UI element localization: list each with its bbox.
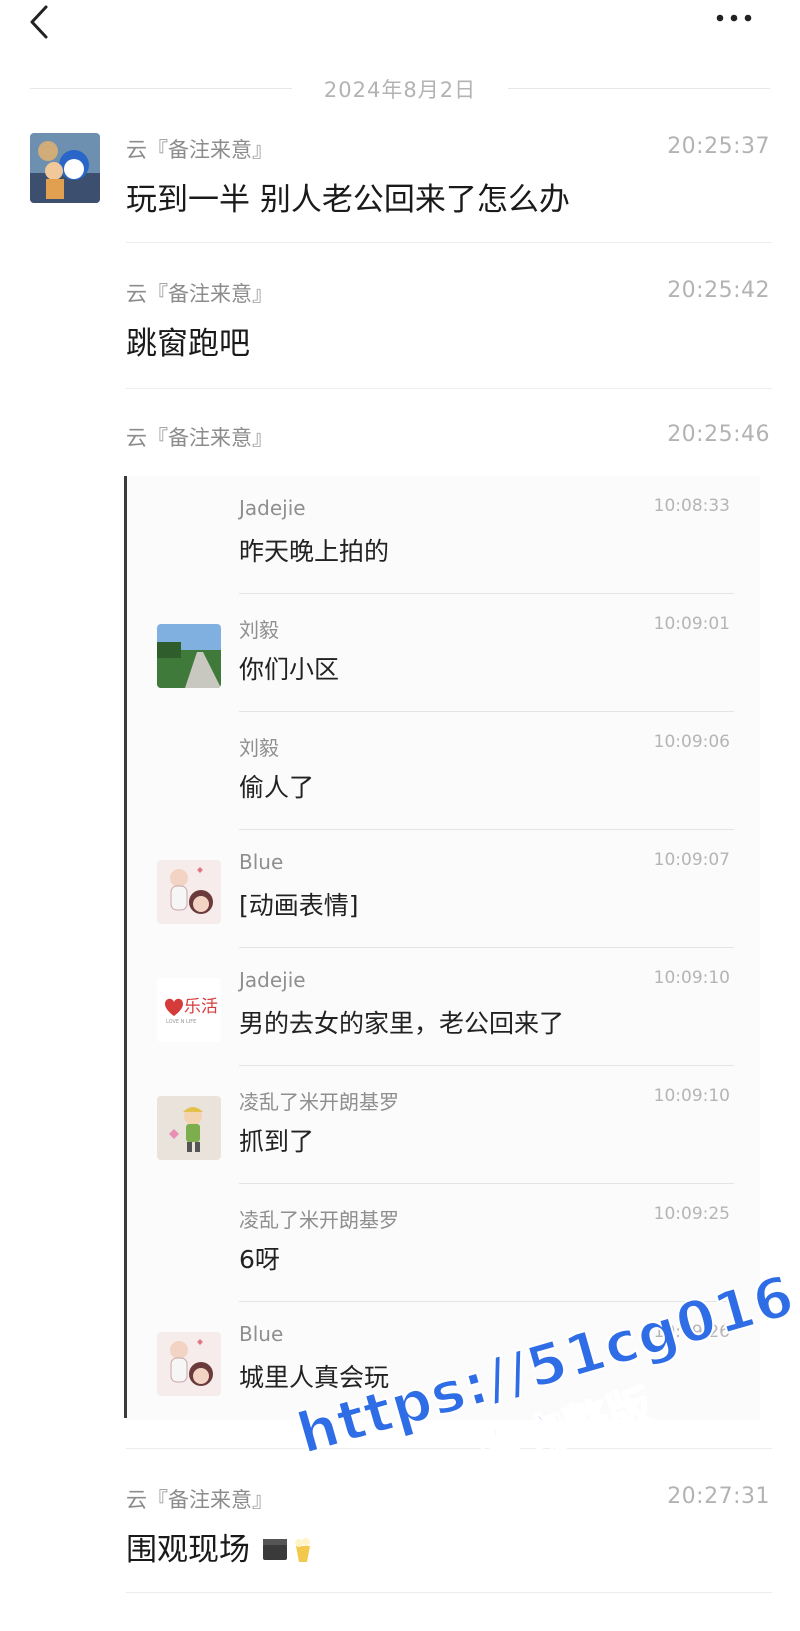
- forwarded-sender-name: 刘毅: [239, 618, 279, 642]
- message-text[interactable]: 玩到一半 别人老公回来了怎么办: [126, 174, 570, 219]
- forwarded-time: 10:09:07: [653, 850, 730, 870]
- message-time: 20:25:46: [667, 422, 770, 447]
- logo-main-text: 乐活: [184, 997, 218, 1017]
- landscape-avatar: [157, 624, 221, 688]
- top-bar: [0, 0, 800, 50]
- date-text: 2024年8月2日: [323, 78, 477, 102]
- forwarded-time: 10:08:33: [653, 496, 730, 516]
- forwarded-message[interactable]: Blue 10:09:07 [动画表情]: [127, 830, 760, 948]
- logo-sub-text: LOVE N LIFE: [166, 1019, 196, 1025]
- cartoon-kid-avatar: [157, 1096, 221, 1160]
- message-time: 20:25:42: [667, 278, 770, 303]
- forwarded-sender-name: Blue: [239, 1322, 284, 1346]
- date-divider: 2024年8月2日: [30, 72, 770, 102]
- message-sender-name: 云『备注来意』: [126, 282, 273, 306]
- message-separator: [126, 242, 772, 243]
- message-sender-name: 云『备注来意』: [126, 1488, 273, 1512]
- forwarded-chat-record[interactable]: Jadejie 10:08:33 昨天晚上拍的 刘毅 10:09:01 你们小区…: [124, 476, 760, 1420]
- message-time: 20:27:31: [667, 1484, 770, 1509]
- forwarded-text: 抓到了: [239, 1127, 315, 1156]
- message-text[interactable]: 围观现场: [126, 1524, 316, 1569]
- message-time: 20:25:37: [667, 134, 770, 159]
- cartoon-couple-avatar: [157, 1332, 221, 1396]
- cartoon-couple-avatar: [157, 860, 221, 924]
- sender-avatar[interactable]: [30, 133, 100, 203]
- forwarded-time: 10:09:06: [653, 732, 730, 752]
- lehuo-logo-avatar: 乐活 LOVE N LIFE: [157, 978, 221, 1042]
- forwarded-message[interactable]: 刘毅 10:09:01 你们小区: [127, 594, 760, 712]
- forwarded-time: 10:09:01: [653, 614, 730, 634]
- more-dots-icon[interactable]: [714, 8, 754, 28]
- message-separator: [126, 388, 772, 389]
- forwarded-sender-name: Jadejie: [239, 968, 306, 992]
- forwarded-sender-name: 刘毅: [239, 736, 279, 760]
- forwarded-time: 10:09:25: [653, 1204, 730, 1224]
- forwarded-message[interactable]: 刘毅 10:09:06 偷人了: [127, 712, 760, 830]
- forwarded-text: 偷人了: [239, 773, 315, 802]
- forwarded-text: 昨天晚上拍的: [239, 537, 390, 566]
- forwarded-time: 10:09:10: [653, 1086, 730, 1106]
- forwarded-message[interactable]: Jadejie 10:08:33 昨天晚上拍的: [127, 476, 760, 594]
- forwarded-text: [动画表情]: [239, 891, 359, 920]
- forwarded-text: 城里人真会玩: [239, 1363, 390, 1392]
- forwarded-message[interactable]: 凌乱了米开朗基罗 10:09:10 抓到了: [127, 1066, 760, 1184]
- clapperboard-emoji-icon: [262, 1539, 287, 1560]
- forwarded-message[interactable]: Blue 10:09:26 城里人真会玩: [127, 1302, 760, 1420]
- forwarded-time: 10:09:26: [653, 1322, 730, 1342]
- popcorn-emoji-icon: [294, 1538, 310, 1562]
- chevron-left-icon[interactable]: [28, 4, 56, 40]
- forwarded-text: 你们小区: [239, 655, 340, 684]
- message-sender-name: 云『备注来意』: [126, 426, 273, 450]
- message-text[interactable]: 跳窗跑吧: [126, 318, 250, 363]
- forwarded-sender-name: Jadejie: [239, 496, 306, 520]
- forwarded-time: 10:09:10: [653, 968, 730, 988]
- forwarded-sender-name: Blue: [239, 850, 284, 874]
- message-text-content: 围观现场: [126, 1532, 250, 1568]
- forwarded-text: 男的去女的家里，老公回来了: [239, 1009, 565, 1038]
- message-separator: [126, 1448, 772, 1449]
- forwarded-sender-name: 凌乱了米开朗基罗: [239, 1090, 399, 1114]
- forwarded-message[interactable]: 凌乱了米开朗基罗 10:09:25 6呀: [127, 1184, 760, 1302]
- message-separator: [126, 1592, 772, 1593]
- forwarded-text: 6呀: [239, 1245, 280, 1274]
- forwarded-sender-name: 凌乱了米开朗基罗: [239, 1208, 399, 1232]
- message-sender-name: 云『备注来意』: [126, 138, 273, 162]
- forwarded-message[interactable]: 乐活 LOVE N LIFE Jadejie 10:09:10 男的去女的家里，…: [127, 948, 760, 1066]
